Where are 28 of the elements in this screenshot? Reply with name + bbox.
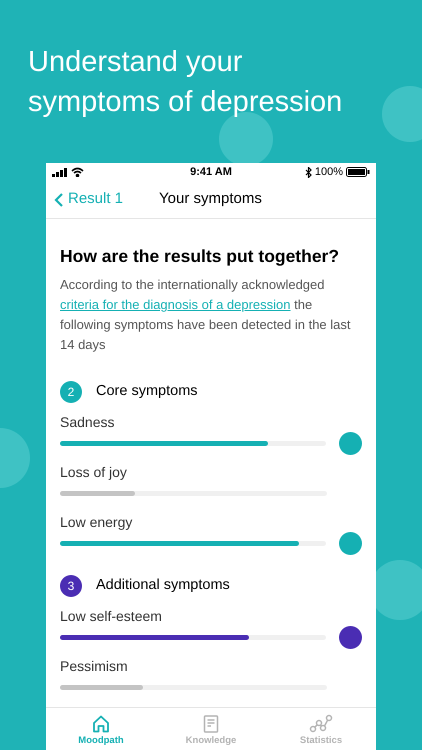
bluetooth-icon — [304, 166, 312, 178]
symptom-name: Pessimism — [60, 657, 129, 675]
tab[interactable]: Moodpath — [46, 708, 156, 750]
screen-title: Your symptoms — [159, 189, 262, 210]
battery-percent: 100% — [314, 164, 343, 180]
symptom-name: Low energy — [60, 513, 134, 531]
count-badge: 2 — [60, 381, 82, 403]
headline: Understand your symptoms of depression — [28, 45, 344, 120]
book-icon — [201, 714, 221, 734]
chevron-left-icon — [54, 192, 64, 208]
tab[interactable]: Knowledge — [156, 708, 266, 750]
section-heading: How are the results put together? — [60, 245, 340, 267]
home-icon — [91, 714, 111, 734]
symptom-name: Low self-esteem — [60, 607, 163, 625]
symptom-name: Sadness — [60, 413, 116, 431]
battery-icon — [346, 167, 370, 177]
wifi-icon — [71, 167, 84, 177]
group-title: Core symptoms — [96, 382, 198, 402]
group-title: Additional symptoms — [96, 576, 230, 596]
line-chart-icon — [309, 714, 333, 734]
symptom-name: Loss of joy — [60, 463, 128, 481]
criteria-link[interactable]: criteria for the diagnosis of a depression — [60, 297, 291, 312]
intro-text: According to the internationally acknowledged criteria for the diagnosis of a depression the following symptoms have been detected in the last 14 days — [60, 276, 352, 354]
signal-icon — [52, 168, 68, 176]
status-time: 9:41 AM — [190, 164, 232, 180]
back-button[interactable]: Result 1 — [46, 188, 124, 211]
tab[interactable]: Statistics — [266, 708, 376, 750]
count-badge: 3 — [60, 575, 82, 597]
